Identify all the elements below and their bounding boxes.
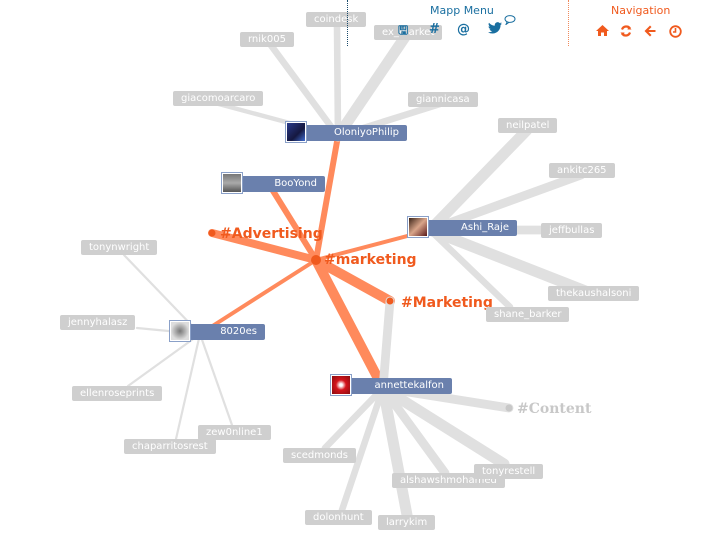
user-node-annettekalfon[interactable]: annettekalfon xyxy=(330,374,452,396)
avatar[interactable] xyxy=(169,320,191,342)
save-icon[interactable]: 🖫 xyxy=(398,22,408,38)
avatar[interactable] xyxy=(407,216,429,238)
comment-icon[interactable] xyxy=(504,14,516,30)
edge-8020es-zew0nline1 xyxy=(198,332,234,427)
history-icon[interactable] xyxy=(669,25,682,43)
leaf-node-shane_barker[interactable]: shane_barker xyxy=(486,307,570,322)
mention-icon[interactable]: @ xyxy=(457,22,470,38)
hashtag-node-content[interactable]: #Content xyxy=(517,401,591,417)
hashtag-icon[interactable]: # xyxy=(429,22,440,38)
edge-Ashi_Raje-thekaushalsoni xyxy=(424,224,594,298)
mapp-menu-title: Mapp Menu xyxy=(430,4,494,17)
hashtag-dot-Marketing[interactable] xyxy=(386,297,394,305)
navigation-title: Navigation xyxy=(611,4,671,17)
user-node-oloniyophilip[interactable]: OloniyoPhilip xyxy=(285,121,407,143)
leaf-node-zew0nline1[interactable]: zew0nline1 xyxy=(198,425,271,440)
home-icon[interactable] xyxy=(596,25,609,41)
avatar-image xyxy=(409,218,427,236)
avatar-image xyxy=(332,376,350,394)
mapp-menu: Mapp Menu 🖫 # @ xyxy=(347,0,568,46)
edge-marketing-8020es xyxy=(198,258,318,336)
leaf-node-chaparritosrest[interactable]: chaparritosrest xyxy=(124,439,216,454)
hashtag-dot-Advertising[interactable] xyxy=(208,229,216,237)
hashtag-node-marketing[interactable]: #marketing xyxy=(324,252,417,268)
hashtag-dot-marketing[interactable] xyxy=(311,255,321,265)
leaf-node-thekaushalsoni[interactable]: thekaushalsoni xyxy=(548,286,640,301)
avatar[interactable] xyxy=(330,374,352,396)
refresh-icon[interactable] xyxy=(620,25,632,42)
edge-OloniyoPhilip-coindesk xyxy=(333,20,342,140)
leaf-node-rnik005[interactable]: rnik005 xyxy=(240,32,294,47)
navigation-menu: Navigation xyxy=(568,0,707,46)
leaf-node-giannicasa[interactable]: giannicasa xyxy=(408,92,478,107)
avatar-image xyxy=(171,322,189,340)
leaf-node-ankitc265[interactable]: ankitc265 xyxy=(549,163,615,178)
user-node-8020es[interactable]: 8020es xyxy=(169,320,265,342)
avatar[interactable] xyxy=(285,121,307,143)
hashtag-node-marketing[interactable]: #Marketing xyxy=(401,295,493,311)
leaf-node-giacomoarcaro[interactable]: giacomoarcaro xyxy=(173,91,264,106)
twitter-icon[interactable] xyxy=(488,22,502,39)
leaf-node-neilpatel[interactable]: neilpatel xyxy=(498,118,558,133)
user-node-booyond[interactable]: BooYond xyxy=(221,172,325,194)
avatar[interactable] xyxy=(221,172,243,194)
user-node-ashi_raje[interactable]: Ashi_Raje xyxy=(407,216,517,238)
edge-Marketing-annettekalfon xyxy=(378,296,395,393)
leaf-node-ellenroseprints[interactable]: ellenroseprints xyxy=(72,386,163,401)
hashtag-node-advertising[interactable]: #Advertising xyxy=(220,226,323,242)
back-arrow-icon[interactable] xyxy=(644,25,656,42)
leaf-node-jeffbullas[interactable]: jeffbullas xyxy=(541,223,603,238)
leaf-node-tonynwright[interactable]: tonynwright xyxy=(81,240,158,255)
leaf-node-tonyrestell[interactable]: tonyrestell xyxy=(474,464,544,479)
leaf-node-dolonhunt[interactable]: dolonhunt xyxy=(305,510,372,525)
leaf-node-jennyhalasz[interactable]: jennyhalasz xyxy=(60,315,136,330)
leaf-node-larrykim[interactable]: larrykim xyxy=(378,515,436,530)
hashtag-dot-Content[interactable] xyxy=(505,404,513,412)
leaf-node-scedmonds[interactable]: scedmonds xyxy=(283,448,356,463)
avatar-image xyxy=(287,123,305,141)
avatar-image xyxy=(223,174,241,192)
